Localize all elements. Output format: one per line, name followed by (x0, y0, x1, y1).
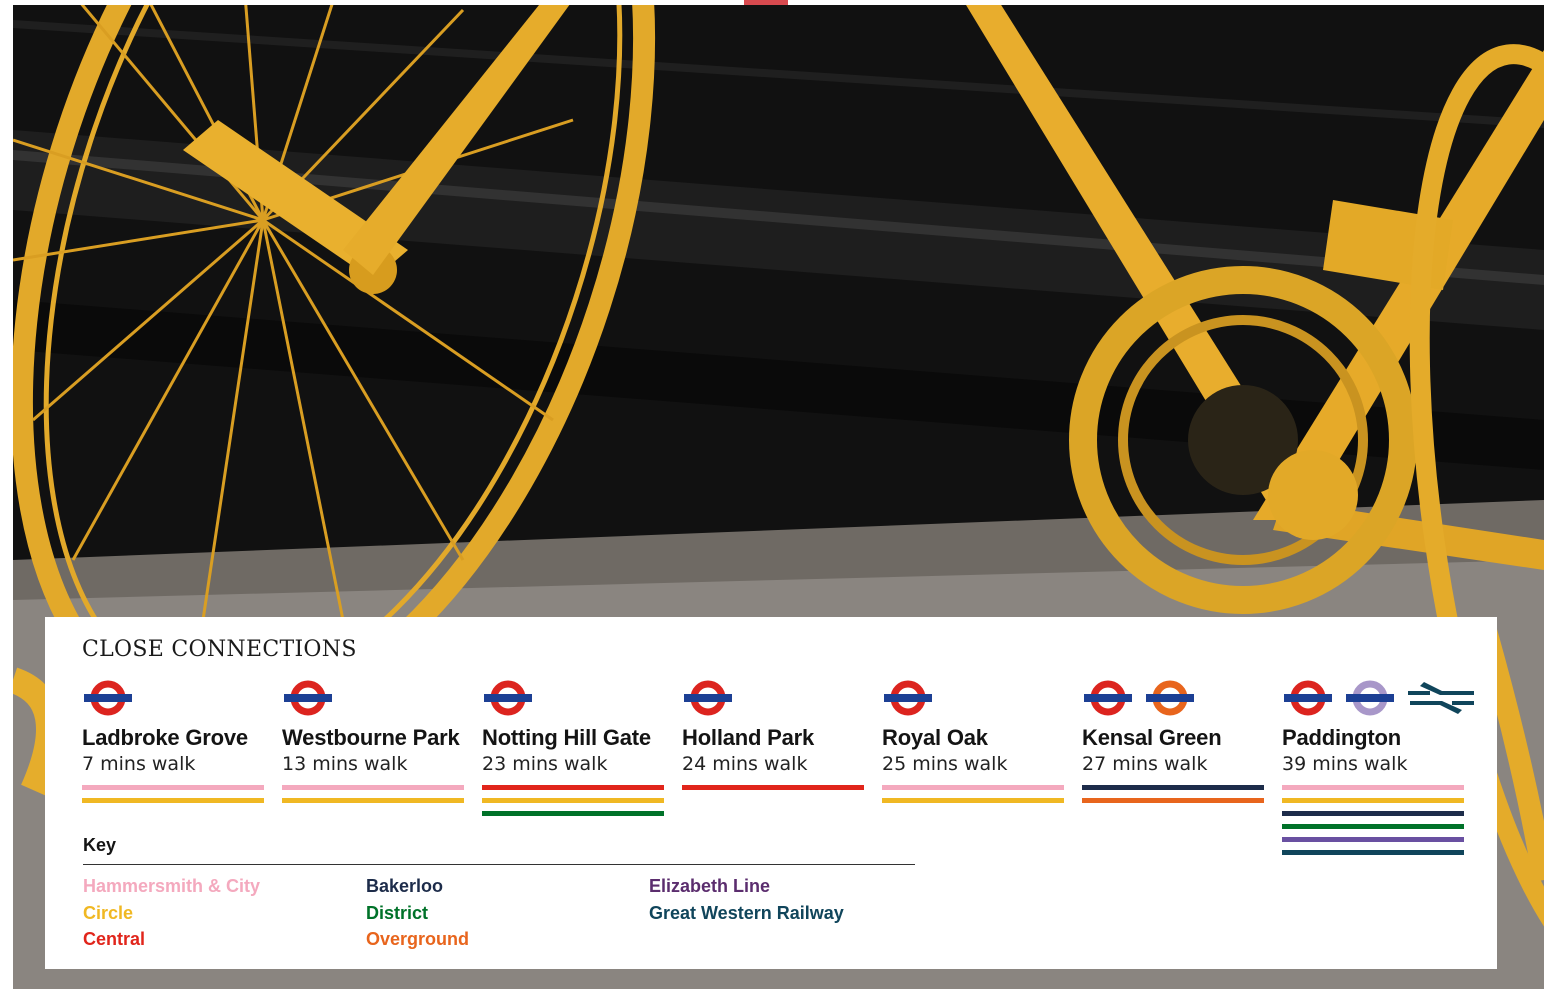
line-bars (1282, 785, 1472, 855)
key-column: Bakerloo District Overground (366, 873, 469, 953)
line-bar-circle (82, 798, 264, 803)
station-name: Kensal Green (1082, 725, 1222, 750)
line-bars (82, 785, 272, 803)
key-item: District (366, 902, 429, 923)
line-bars (682, 785, 872, 790)
station-icons (282, 679, 472, 717)
elizabeth-roundel-icon (1346, 680, 1394, 716)
line-bar-circle (282, 798, 464, 803)
walk-time: 7 mins walk (82, 753, 196, 775)
key-item: Central (83, 929, 146, 949)
station-icons (1282, 679, 1474, 717)
station-kensal-green: Kensal Green 27 mins walk (1082, 679, 1272, 811)
line-bar-gwr (1282, 850, 1464, 855)
underground-roundel-icon (884, 680, 932, 716)
line-bar-circle (882, 798, 1064, 803)
key-item: Elizabeth Line (649, 876, 771, 896)
line-bar-overground (1082, 798, 1264, 803)
underground-roundel-icon (84, 680, 132, 716)
line-bars (1082, 785, 1272, 803)
station-notting-hill-gate: Notting Hill Gate 23 mins walk (482, 679, 672, 824)
national-rail-icon (1408, 682, 1474, 714)
walk-time: 39 mins walk (1282, 753, 1408, 775)
station-royal-oak: Royal Oak 25 mins walk (882, 679, 1072, 811)
key-item: Great Western Railway (649, 902, 844, 923)
line-bar-hammersmith (882, 785, 1064, 790)
close-connections-panel: CLOSE CONNECTIONS Ladbroke Grove 7 mins w… (45, 617, 1497, 969)
station-name: Westbourne Park (282, 725, 460, 750)
overground-roundel-icon (1146, 680, 1194, 716)
line-bar-central (482, 785, 664, 790)
underground-roundel-icon (684, 680, 732, 716)
station-icons (482, 679, 672, 717)
key-item: Bakerloo (366, 876, 444, 896)
key-item: Circle (83, 902, 134, 923)
station-westbourne-park: Westbourne Park 13 mins walk (282, 679, 472, 811)
underground-roundel-icon (284, 680, 332, 716)
line-bars (882, 785, 1072, 803)
station-name: Ladbroke Grove (82, 725, 248, 750)
line-bar-district (482, 811, 664, 816)
underground-roundel-icon (484, 680, 532, 716)
line-bar-elizabeth (1282, 837, 1464, 842)
line-bar-district (1282, 824, 1464, 829)
station-paddington: Paddington 39 mins walk (1282, 679, 1474, 863)
underground-roundel-icon (1084, 680, 1132, 716)
station-icons (882, 679, 1072, 717)
station-name: Holland Park (682, 725, 815, 750)
key-column: Elizabeth Line Great Western Railway (649, 873, 844, 926)
line-bars (282, 785, 472, 803)
station-name: Notting Hill Gate (482, 725, 651, 750)
key-divider (83, 864, 915, 865)
station-ladbroke-grove: Ladbroke Grove 7 mins walk (82, 679, 272, 811)
station-icons (682, 679, 872, 717)
line-bar-circle (482, 798, 664, 803)
line-bar-hammersmith (282, 785, 464, 790)
key-item: Hammersmith & City (83, 876, 261, 896)
line-bar-central (682, 785, 864, 790)
line-bar-bakerloo (1082, 785, 1264, 790)
panel-title: CLOSE CONNECTIONS (82, 637, 357, 662)
line-bar-circle (1282, 798, 1464, 803)
key-item: Overground (366, 929, 470, 949)
walk-time: 24 mins walk (682, 753, 808, 775)
line-bar-bakerloo (1282, 811, 1464, 816)
line-bars (482, 785, 672, 816)
station-name: Royal Oak (882, 725, 988, 750)
walk-time: 23 mins walk (482, 753, 608, 775)
station-name: Paddington (1282, 725, 1401, 750)
station-holland-park: Holland Park 24 mins walk (682, 679, 872, 798)
accent-tab (744, 0, 788, 5)
line-bar-hammersmith (1282, 785, 1464, 790)
station-icons (1082, 679, 1272, 717)
walk-time: 13 mins walk (282, 753, 408, 775)
walk-time: 27 mins walk (1082, 753, 1208, 775)
key-title: Key (83, 835, 117, 855)
key-column: Hammersmith & City Circle Central (83, 873, 260, 953)
line-bar-hammersmith (82, 785, 264, 790)
walk-time: 25 mins walk (882, 753, 1008, 775)
station-icons (82, 679, 272, 717)
underground-roundel-icon (1284, 680, 1332, 716)
